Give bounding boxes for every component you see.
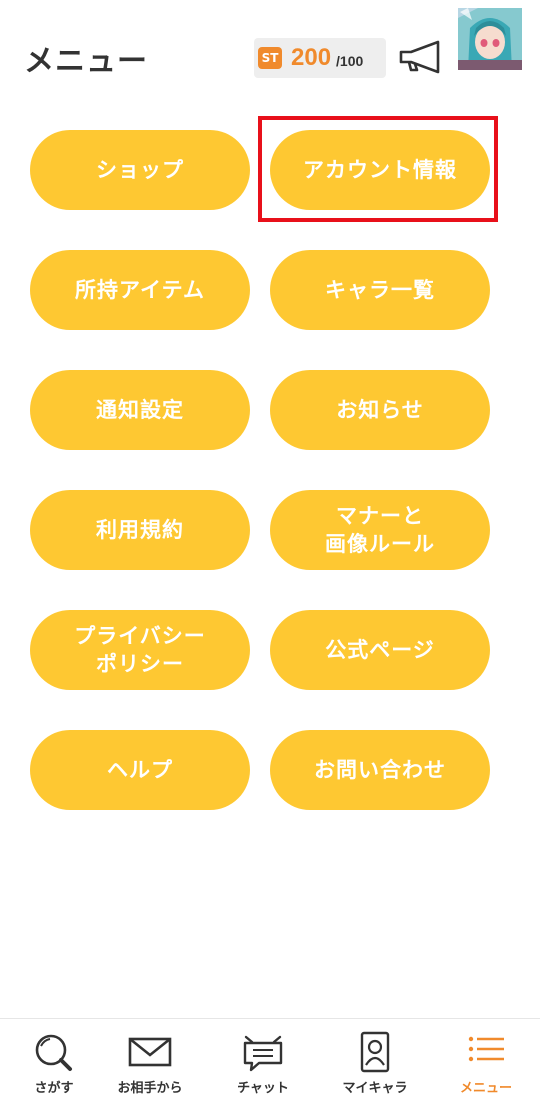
character-list-button[interactable]: キャラ一覧 — [270, 250, 490, 330]
tab-chat-label: チャット — [237, 1081, 289, 1096]
news-button[interactable]: お知らせ — [270, 370, 490, 450]
notification-settings-button[interactable]: 通知設定 — [30, 370, 250, 450]
envelope-icon — [126, 1031, 174, 1075]
tab-from-partner-label: お相手から — [117, 1081, 183, 1096]
header: メニュー ST 200 /100 — [0, 0, 540, 112]
stamina-value: 200 — [291, 44, 332, 71]
menu-list-icon — [462, 1031, 510, 1075]
help-button[interactable]: ヘルプ — [30, 730, 250, 810]
tab-my-character[interactable]: マイキャラ — [321, 1019, 429, 1110]
manners-rules-button[interactable]: マナーと 画像ルール — [270, 490, 490, 570]
tab-from-partner[interactable]: お相手から — [96, 1019, 204, 1110]
stamina-max: /100 — [336, 53, 364, 69]
privacy-policy-button[interactable]: プライバシー ポリシー — [30, 610, 250, 690]
character-card-icon — [351, 1031, 399, 1075]
stamina-counter[interactable]: ST 200 /100 — [254, 38, 386, 78]
page-title: メニュー — [24, 44, 148, 79]
bottom-tab-bar: さがす お相手から チャット マイキャラ メニュー — [0, 1018, 540, 1110]
tab-search[interactable]: さがす — [0, 1019, 108, 1110]
chat-bubble-icon — [239, 1031, 287, 1075]
official-page-button[interactable]: 公式ページ — [270, 610, 490, 690]
selection-highlight — [258, 116, 498, 222]
search-icon — [30, 1031, 78, 1075]
tab-search-label: さがす — [34, 1081, 74, 1096]
owned-items-button[interactable]: 所持アイテム — [30, 250, 250, 330]
tab-chat[interactable]: チャット — [209, 1019, 317, 1110]
shop-button[interactable]: ショップ — [30, 130, 250, 210]
tab-my-character-label: マイキャラ — [342, 1081, 408, 1096]
stamina-badge: ST — [258, 47, 282, 69]
contact-button[interactable]: お問い合わせ — [270, 730, 490, 810]
tab-menu-label: メニュー — [459, 1081, 512, 1096]
tab-menu[interactable]: メニュー — [432, 1019, 540, 1110]
megaphone-icon[interactable] — [398, 38, 442, 78]
avatar[interactable] — [458, 8, 522, 70]
terms-button[interactable]: 利用規約 — [30, 490, 250, 570]
